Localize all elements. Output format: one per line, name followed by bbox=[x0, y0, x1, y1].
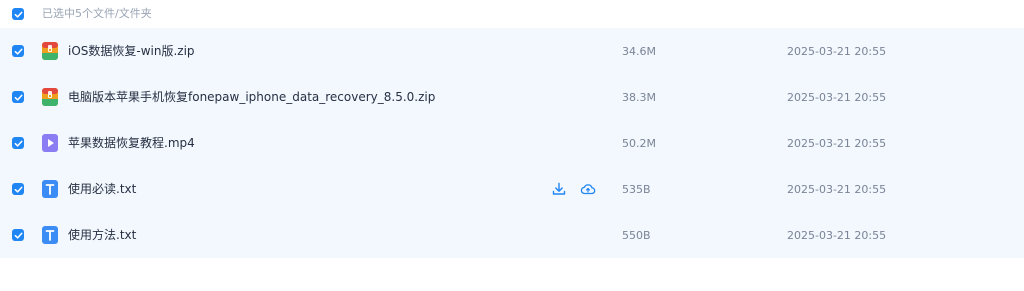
check-icon bbox=[14, 11, 23, 18]
row-checkbox[interactable] bbox=[12, 137, 24, 149]
file-row[interactable]: 使用方法.txt 550B 2025-03-21 20:55 bbox=[0, 212, 1024, 258]
row-checkbox[interactable] bbox=[12, 229, 24, 241]
file-date: 2025-03-21 20:55 bbox=[787, 183, 887, 196]
row-checkbox[interactable] bbox=[12, 91, 24, 103]
download-icon[interactable] bbox=[551, 181, 567, 197]
file-size: 550B bbox=[622, 229, 651, 242]
text-file-icon bbox=[42, 180, 58, 198]
check-icon bbox=[14, 140, 23, 147]
zip-archive-icon bbox=[42, 88, 58, 106]
file-name[interactable]: 使用方法.txt bbox=[68, 228, 136, 243]
file-list: 已选中5个文件/文件夹 iOS数据恢复-win版.zip 34.6M 2025-… bbox=[0, 0, 1024, 291]
file-row[interactable]: 电脑版本苹果手机恢复fonepaw_iphone_data_recovery_8… bbox=[0, 74, 1024, 120]
row-checkbox[interactable] bbox=[12, 183, 24, 195]
file-date: 2025-03-21 20:55 bbox=[787, 45, 887, 58]
zip-archive-icon bbox=[42, 42, 58, 60]
file-row[interactable]: iOS数据恢复-win版.zip 34.6M 2025-03-21 20:55 bbox=[0, 28, 1024, 74]
file-date: 2025-03-21 20:55 bbox=[787, 91, 887, 104]
cloud-save-icon[interactable] bbox=[580, 181, 596, 197]
file-date: 2025-03-21 20:55 bbox=[787, 137, 887, 150]
check-icon bbox=[14, 186, 23, 193]
check-icon bbox=[14, 232, 23, 239]
file-name[interactable]: iOS数据恢复-win版.zip bbox=[68, 44, 195, 59]
check-icon bbox=[14, 48, 23, 55]
file-row[interactable]: 使用必读.txt 535B 2025-03-21 20:55 bbox=[0, 166, 1024, 212]
row-checkbox[interactable] bbox=[12, 45, 24, 57]
file-size: 38.3M bbox=[622, 91, 656, 104]
file-size: 535B bbox=[622, 183, 651, 196]
text-file-icon bbox=[42, 226, 58, 244]
selection-count-text: 已选中5个文件/文件夹 bbox=[42, 7, 152, 20]
file-size: 34.6M bbox=[622, 45, 656, 58]
file-row[interactable]: 苹果数据恢复教程.mp4 50.2M 2025-03-21 20:55 bbox=[0, 120, 1024, 166]
file-date: 2025-03-21 20:55 bbox=[787, 229, 887, 242]
file-name[interactable]: 苹果数据恢复教程.mp4 bbox=[68, 136, 195, 151]
select-all-checkbox[interactable] bbox=[12, 8, 24, 20]
file-name[interactable]: 使用必读.txt bbox=[68, 182, 136, 197]
check-icon bbox=[14, 94, 23, 101]
file-name[interactable]: 电脑版本苹果手机恢复fonepaw_iphone_data_recovery_8… bbox=[68, 90, 435, 105]
file-size: 50.2M bbox=[622, 137, 656, 150]
video-file-icon bbox=[42, 134, 58, 152]
file-rows: iOS数据恢复-win版.zip 34.6M 2025-03-21 20:55 … bbox=[0, 28, 1024, 258]
selection-header: 已选中5个文件/文件夹 bbox=[0, 0, 1024, 28]
